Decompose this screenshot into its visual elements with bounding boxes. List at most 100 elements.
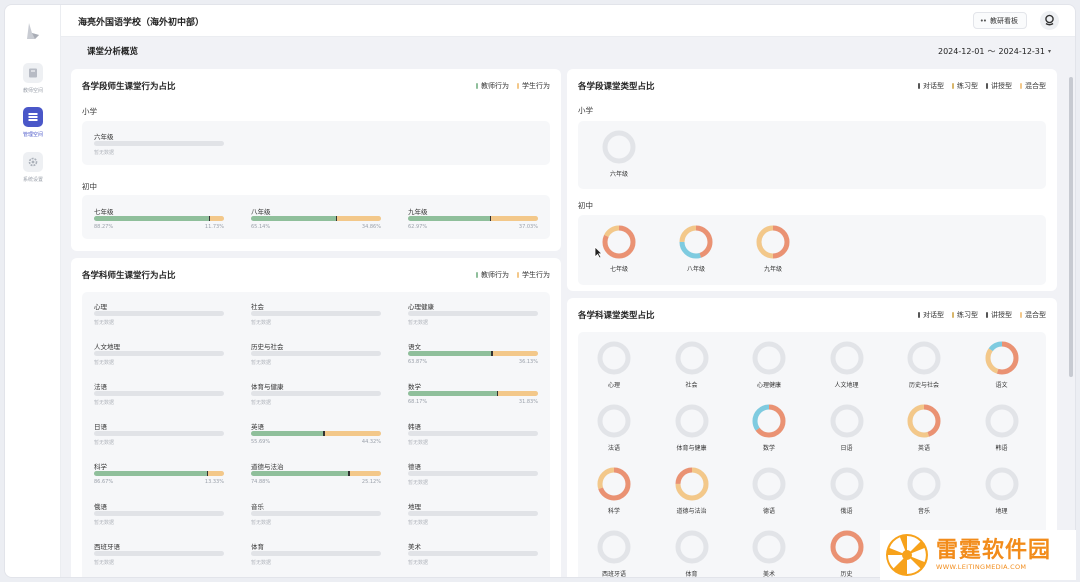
donut-track — [830, 404, 863, 438]
donut-chart — [675, 530, 708, 564]
donut-label: 美术 — [762, 571, 775, 578]
teacher-bar-fill — [251, 471, 349, 476]
subject-metric: 德语 暂无数据 — [408, 461, 538, 486]
metric-name: 美术 — [408, 543, 421, 551]
donut-track — [597, 404, 631, 438]
no-data-text: 暂无数据 — [94, 360, 115, 366]
teacher-value: 63.87% — [408, 359, 428, 365]
student-value: 31.83% — [518, 399, 538, 405]
subject-donut: 日语 — [815, 403, 879, 452]
subject-metric: 科学 86.67% 13.33% — [94, 461, 224, 485]
book-icon — [23, 63, 43, 83]
sidebar-item-settings[interactable]: 系统设置 — [5, 152, 61, 183]
scrollbar-thumb[interactable] — [1069, 77, 1073, 377]
app-logo-icon[interactable] — [23, 21, 43, 43]
donut-label: 体育与健康 — [676, 445, 707, 452]
card-title: 各学科课堂类型占比 — [578, 311, 655, 321]
legend-teacher: 教师行为 — [476, 81, 509, 91]
donut-label: 心理健康 — [756, 382, 781, 389]
donut-track — [752, 467, 786, 501]
app-window: 教师空间 管理空间 系统设置 海亮外国语学校（海外初中部） •• 教研看板 课堂… — [4, 4, 1076, 578]
subject-donut: 体育与健康 — [660, 403, 724, 452]
subject-donut: 德语 — [737, 466, 801, 515]
date-range-picker[interactable]: 2024-12-01 ～ 2024-12-31 ▾ — [938, 46, 1051, 57]
behavior-bar — [94, 431, 224, 436]
subject-metric: 日语 暂无数据 — [94, 421, 224, 446]
junior-panel: 七年级 88.27% 11.73% 八年级 65.14% 34.86% 九年级 62… — [82, 195, 550, 239]
scrollbar[interactable] — [1067, 37, 1075, 577]
subject-donut: 美术 — [737, 529, 801, 578]
sidebar-item-management-space[interactable]: 管理空间 — [5, 107, 61, 138]
student-value: 37.03% — [518, 224, 538, 230]
subject-metric: 人文地理 暂无数据 — [94, 341, 224, 366]
student-bar-fill — [349, 471, 381, 476]
teacher-bar-fill — [251, 431, 324, 436]
donut-grade-6: 六年级 — [587, 129, 651, 178]
no-data-text: 暂无数据 — [94, 520, 115, 526]
donut-chart — [756, 225, 790, 259]
student-value: 25.12% — [361, 479, 381, 485]
teacher-bar-fill — [408, 391, 497, 396]
sidebar-item-teacher-space[interactable]: 教师空间 — [5, 63, 61, 94]
donut-track — [907, 341, 941, 375]
teacher-value: 55.69% — [251, 439, 271, 445]
sidebar-item-label: 管理空间 — [22, 132, 43, 138]
card-title: 各学科师生课堂行为占比 — [82, 271, 176, 281]
donut-track — [675, 530, 708, 564]
page-title: 课堂分析概览 — [87, 47, 139, 57]
watermark-text: 雷霆软件园 — [936, 538, 1052, 563]
donut-chart — [752, 341, 786, 375]
behavior-bar — [94, 351, 224, 356]
donut-track — [985, 404, 1018, 438]
donut-label: 西班牙语 — [601, 571, 626, 578]
behavior-bar — [94, 391, 224, 396]
donut-chart — [602, 225, 636, 259]
no-data-text: 暂无数据 — [408, 480, 429, 486]
student-value: 44.32% — [361, 439, 381, 445]
subject-donut: 心理健康 — [737, 340, 801, 389]
metric-name: 社会 — [251, 303, 264, 311]
subject-metric: 英语 55.69% 44.32% — [251, 421, 381, 445]
subject-metric: 西班牙语 暂无数据 — [94, 541, 224, 566]
behavior-bar — [251, 216, 381, 221]
research-board-button[interactable]: •• 教研看板 — [972, 12, 1027, 29]
donut-chart — [907, 341, 941, 375]
donut-chart — [907, 404, 941, 438]
subject-donut: 人文地理 — [815, 340, 879, 389]
junior-type-panel: 七年级 八年级 九年级 — [578, 215, 1046, 285]
donut-chart — [985, 467, 1018, 501]
chevron-down-icon: ▾ — [1047, 48, 1051, 55]
subject-donut: 语文 — [970, 340, 1034, 389]
subject-metric: 韩语 暂无数据 — [408, 421, 538, 446]
donut-label: 历史 — [840, 571, 853, 578]
subject-behavior-card: 各学科师生课堂行为占比 教师行为 学生行为 心理 暂无数据 社会 暂无数据 心理健康 暂无… — [71, 258, 561, 577]
legend: 对话型 练习型 讲授型 混合型 — [918, 81, 1046, 91]
donut-label: 语文 — [995, 382, 1008, 389]
metric-name: 心理健康 — [408, 303, 434, 311]
donut-label: 九年级 — [763, 266, 782, 273]
behavior-bar — [408, 351, 538, 356]
donut-chart — [907, 467, 941, 501]
stage-type-card: 各学段课堂类型占比 对话型 练习型 讲授型 混合型 小学 六年级 初中 七年级 … — [567, 69, 1057, 291]
no-data-text: 暂无数据 — [251, 360, 272, 366]
donut-label: 社会 — [685, 382, 698, 389]
metric-name: 七年级 — [94, 208, 114, 216]
behavior-bar — [408, 311, 538, 316]
dots-icon: •• — [979, 16, 987, 25]
donut-track — [752, 530, 786, 564]
behavior-bar — [408, 431, 538, 436]
group-label-primary: 小学 — [578, 106, 593, 115]
metric-name: 九年级 — [408, 208, 428, 216]
page-header: 课堂分析概览 2024-12-01 ～ 2024-12-31 ▾ — [61, 37, 1075, 65]
behavior-bar — [408, 471, 538, 476]
donut-label: 日语 — [840, 445, 853, 452]
behavior-bar — [94, 311, 224, 316]
subject-donut: 道德与法治 — [660, 466, 724, 515]
metric-grade-8: 八年级 65.14% 34.86% — [251, 206, 381, 230]
date-separator: ～ — [987, 47, 996, 56]
no-data-text: 暂无数据 — [251, 400, 272, 406]
user-avatar-icon[interactable] — [1040, 11, 1059, 30]
subject-donut: 法语 — [582, 403, 646, 452]
donut-label: 六年级 — [609, 171, 628, 178]
donut-label: 韩语 — [995, 445, 1008, 452]
